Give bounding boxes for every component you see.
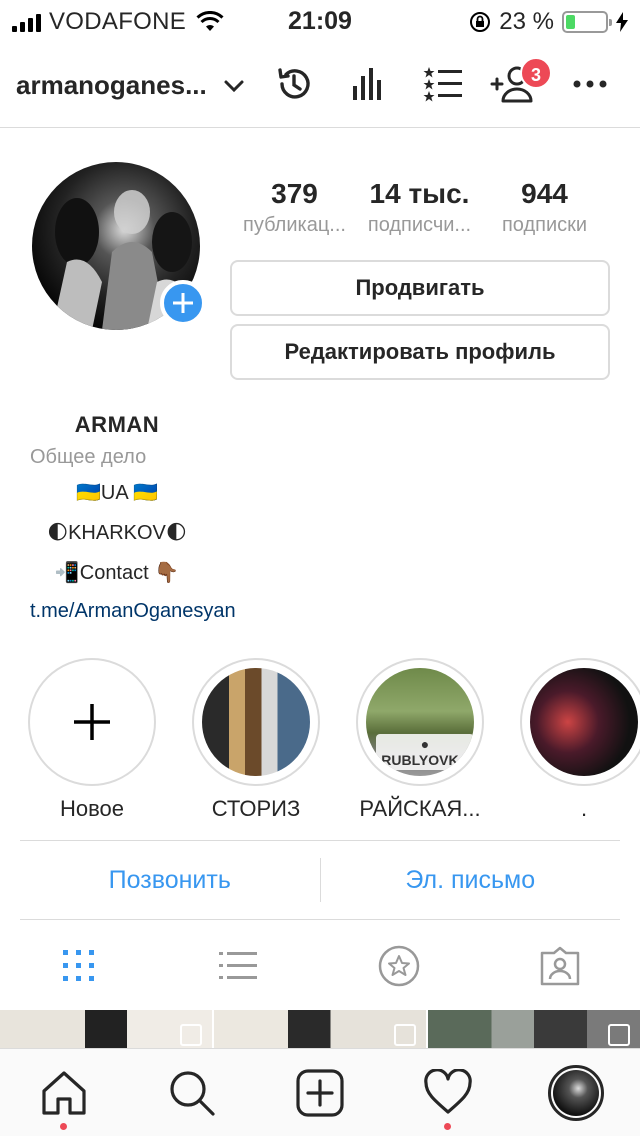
stat-followers[interactable]: 14 тыс. подписчи...: [357, 178, 482, 237]
home-icon[interactable]: [40, 1069, 88, 1117]
bio-name: ARMAN: [74, 412, 160, 437]
location-sticker: ● RUBLYOVKA: [376, 734, 474, 770]
tagged-icon[interactable]: [539, 945, 581, 987]
bio-line: 🌓KHARKOV🌓: [47, 522, 187, 544]
post-thumbnail[interactable]: [0, 1010, 212, 1048]
insights-icon[interactable]: [348, 64, 388, 104]
status-right: 23 %: [469, 8, 628, 36]
bio-line: 📲Contact 👇🏾: [54, 562, 180, 584]
bio-link[interactable]: t.me/ArmanOganesyan: [30, 600, 236, 623]
battery-fill: [566, 15, 575, 29]
charging-icon: [616, 12, 628, 32]
battery-percent: 23 %: [499, 8, 554, 35]
profile-tab-photo: [553, 1070, 599, 1116]
stat-value: 14 тыс.: [369, 178, 470, 209]
post-thumbnail[interactable]: [428, 1010, 640, 1048]
profile-header: armanoganes... 3: [0, 48, 640, 128]
add-story-plus-icon[interactable]: [160, 280, 206, 326]
bottom-nav: [0, 1048, 640, 1136]
contact-buttons: Позвонить Эл. письмо: [20, 840, 620, 920]
multiple-photos-icon: [180, 1024, 202, 1046]
highlight-cover: [202, 668, 310, 776]
email-button[interactable]: Эл. письмо: [321, 866, 621, 895]
highlight-item[interactable]: .: [520, 658, 640, 822]
promote-button[interactable]: Продвигать: [230, 260, 610, 316]
stat-value: 379: [271, 178, 318, 209]
stat-label: публикац...: [243, 214, 346, 236]
bio-category: Общее дело: [30, 446, 147, 468]
highlight-item[interactable]: ● RUBLYOVKA РАЙСКАЯ...: [356, 658, 484, 822]
battery-icon: [562, 11, 612, 33]
highlight-ring: ● RUBLYOVKA: [356, 658, 484, 786]
bio-line: 🇺🇦UA 🇺🇦: [75, 482, 159, 504]
new-post-icon[interactable]: [296, 1069, 344, 1117]
plus-icon: [74, 704, 110, 740]
posts-grid: [0, 1010, 640, 1048]
highlight-ring: [28, 658, 156, 786]
highlight-label: РАЙСКАЯ...: [359, 796, 481, 821]
stat-label: подписки: [501, 214, 588, 236]
highlight-ring: [192, 658, 320, 786]
stat-value: 944: [521, 178, 568, 209]
stat-posts[interactable]: 379 публикац...: [232, 178, 357, 237]
highlight-label: СТОРИЗ: [211, 796, 301, 821]
multiple-photos-icon: [394, 1024, 416, 1046]
profile-stats: 379 публикац... 14 тыс. подписчи... 944 …: [232, 178, 608, 237]
history-icon[interactable]: [274, 64, 314, 104]
account-switcher-username[interactable]: armanoganes...: [16, 70, 207, 101]
rotation-lock-icon: [470, 12, 491, 32]
post-thumbnail[interactable]: [214, 1010, 426, 1048]
activity-dot: [444, 1123, 451, 1130]
highlight-label: Новое: [59, 796, 125, 821]
highlight-ring: [520, 658, 640, 786]
multiple-photos-icon: [608, 1024, 630, 1046]
highlight-cover: [530, 668, 638, 776]
stat-label: подписчи...: [367, 214, 472, 236]
close-friends-list-icon[interactable]: [422, 64, 464, 104]
home-activity-dot: [60, 1123, 67, 1130]
call-button[interactable]: Позвонить: [20, 866, 320, 895]
star-icon[interactable]: [377, 944, 421, 988]
more-icon[interactable]: [572, 68, 608, 100]
highlight-new[interactable]: Новое: [28, 658, 156, 822]
profile-tabs: [0, 940, 640, 992]
list-icon[interactable]: [217, 946, 259, 986]
highlight-item[interactable]: СТОРИЗ: [192, 658, 320, 822]
profile-tab-avatar[interactable]: [548, 1065, 604, 1121]
location-sticker-text: RUBLYOVKA: [381, 752, 469, 768]
heart-icon[interactable]: [424, 1069, 472, 1115]
search-icon[interactable]: [168, 1069, 216, 1117]
highlight-label: .: [580, 796, 588, 821]
grid-icon[interactable]: [59, 946, 99, 986]
stat-following[interactable]: 944 подписки: [482, 178, 607, 237]
status-bar: VODAFONE 21:09 23 %: [0, 0, 640, 40]
edit-profile-button[interactable]: Редактировать профиль: [230, 324, 610, 380]
notification-badge: 3: [520, 57, 552, 89]
highlight-cover: ● RUBLYOVKA: [366, 668, 474, 776]
chevron-down-icon[interactable]: [222, 74, 246, 98]
